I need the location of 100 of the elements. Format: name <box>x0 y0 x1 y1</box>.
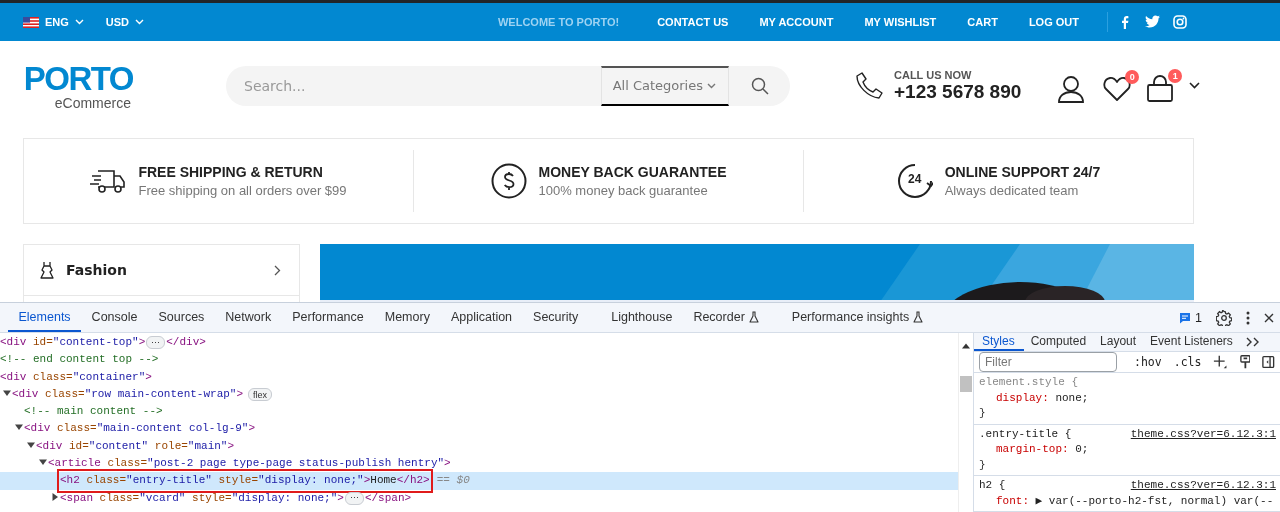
code-text: "content-top" <box>52 335 139 350</box>
filter-field[interactable]: Filter <box>979 352 1117 372</box>
css-property: margin-top: <box>996 443 1069 455</box>
scrollbar-thumb[interactable] <box>960 376 972 392</box>
dom-node-row[interactable]: <h2 class="entry-title" style="display: none;">Home</h2> == $0 <box>0 472 958 490</box>
flag-icon <box>23 16 39 28</box>
code-text: "vcard" <box>139 490 186 506</box>
code-text: "container" <box>72 369 146 385</box>
dom-node-row[interactable]: <article class="post-2 page type-page status-publish hentry"> <box>0 455 958 473</box>
bird-icon[interactable] <box>1145 15 1160 28</box>
toolbar-toggle[interactable]: :hov <box>1134 355 1162 369</box>
code-text: <div <box>0 335 27 350</box>
language-switcher[interactable]: ENG <box>23 16 84 28</box>
devtools-tab[interactable]: Console <box>81 303 148 332</box>
top-nav-link[interactable]: LOG OUT <box>1028 16 1079 28</box>
devtools-tab[interactable]: Memory <box>374 303 441 332</box>
code-text: <h2 <box>60 473 80 489</box>
code-text: > <box>444 456 451 472</box>
css-value: 0; <box>1074 443 1089 455</box>
double-chevron-icon[interactable] <box>1245 337 1260 347</box>
search-field[interactable]: Search... All Categories <box>226 65 790 106</box>
code-text: <div <box>0 369 27 385</box>
code-text: role= <box>153 438 188 454</box>
dom-node-row[interactable]: <div id="content" role="main"> <box>0 437 958 456</box>
code-text: > <box>248 421 256 437</box>
devtools-tab[interactable]: Security <box>522 303 589 332</box>
close-icon[interactable] <box>1264 312 1274 323</box>
code-text: "content" <box>88 438 149 454</box>
chevron-right-icon <box>274 264 281 276</box>
logo-subtitle: eCommerce <box>54 95 131 111</box>
scroll-up-arrow-icon[interactable] <box>962 343 970 349</box>
instagram-icon[interactable] <box>1173 15 1187 29</box>
code-text: class= <box>98 490 140 506</box>
styles-pane-tab[interactable]: Computed <box>1023 333 1094 351</box>
code-text: <div <box>36 438 63 454</box>
devtools-tab[interactable]: Network <box>214 303 282 332</box>
toolbar-toggle[interactable]: .cls <box>1173 355 1202 369</box>
code-text: </span> <box>364 490 412 506</box>
dom-badge[interactable]: ⋯ <box>146 336 166 350</box>
styles-pane-tab[interactable]: Event Listeners <box>1143 333 1240 351</box>
code-text: style= <box>217 473 259 489</box>
devtools-tab[interactable]: Performance insights <box>781 303 934 332</box>
chevron-down-icon <box>74 19 84 25</box>
code-text: > <box>337 490 344 506</box>
issues-button[interactable]: 1 <box>1179 308 1202 327</box>
code-text: class= <box>106 456 148 472</box>
flask-icon <box>748 310 759 323</box>
paint-brush-icon[interactable] <box>1239 354 1251 370</box>
dom-node-row[interactable]: <div class="container"> <box>0 368 958 386</box>
dom-badge[interactable]: flex <box>248 388 273 402</box>
dom-node-row[interactable]: <div class="main-content col-lg-9"> <box>0 420 958 438</box>
source-link[interactable]: theme.css?ver=6.12.3:1 <box>1130 478 1276 494</box>
css-property: font: <box>996 494 1029 507</box>
category-dropdown[interactable]: All Categories <box>600 65 729 106</box>
code-text: "display: none;" <box>258 473 364 489</box>
top-nav-link[interactable]: MY WISHLIST <box>864 16 937 28</box>
code-text: > <box>138 335 146 350</box>
code-text: "main" <box>187 438 228 454</box>
sidebar-toggle-icon[interactable] <box>1262 355 1275 369</box>
welcome-text: WELCOME TO PORTO! <box>497 16 620 28</box>
styles-pane-tab[interactable]: Layout <box>1093 333 1144 351</box>
plus-icon[interactable] <box>1213 354 1228 370</box>
code-text: id= <box>32 335 53 350</box>
code-text: > <box>145 369 152 385</box>
dom-node-row[interactable]: <div id="content-top"> ⋯ </div> <box>0 334 958 352</box>
feature-subtitle: Free shipping on all orders over $99 <box>138 183 347 198</box>
feature-title: ONLINE SUPPORT 24/7 <box>944 164 1101 180</box>
dom-node-row[interactable]: <span class="vcard" style="display: none;"> ⋯ </span> <box>0 489 958 507</box>
top-nav-link[interactable]: CART <box>967 16 998 28</box>
count-badge: 0 <box>1125 69 1140 84</box>
code-text: <!-- main content --> <box>24 404 163 420</box>
dom-node-row[interactable]: <div class="row main-content-wrap"> flex <box>0 385 958 404</box>
devtools-tab[interactable]: Sources <box>148 303 215 332</box>
dollar-icon <box>490 163 527 199</box>
dress-icon <box>40 261 54 279</box>
code-text: "row main-content-wrap" <box>84 386 237 402</box>
devtools-tab[interactable]: Performance <box>281 303 375 332</box>
count-badge: 1 <box>1168 68 1183 83</box>
feature-subtitle: Always dedicated team <box>944 183 1080 198</box>
devtools-tab[interactable]: Application <box>440 303 523 332</box>
devtools-tab[interactable]: Recorder <box>682 303 770 332</box>
phone-icon <box>854 70 884 101</box>
feature-title: MONEY BACK GUARANTEE <box>538 164 727 180</box>
code-text: > <box>363 473 371 489</box>
chevron-down-icon[interactable] <box>1189 82 1201 89</box>
dom-node-row[interactable]: <!-- end content top --> <box>0 351 958 369</box>
top-nav-link[interactable]: MY ACCOUNT <box>759 16 834 28</box>
css-selector: element.style { <box>979 375 1079 390</box>
currency-switcher[interactable]: USD <box>105 16 145 28</box>
devtools-tab[interactable]: Lighthouse <box>600 303 683 332</box>
source-link[interactable]: theme.css?ver=6.12.3:1 <box>1130 426 1276 442</box>
user-icon[interactable] <box>1057 74 1086 103</box>
top-nav-link[interactable]: CONTACT US <box>657 16 729 28</box>
code-text: Home <box>370 473 397 489</box>
code-text: style= <box>191 490 232 506</box>
settings-icon[interactable] <box>1216 309 1232 326</box>
devtools-tab[interactable]: Elements <box>8 303 82 332</box>
dom-node-row[interactable]: <!-- main content --> <box>0 403 958 421</box>
more-options-icon[interactable] <box>1246 310 1250 325</box>
code-text: "main-content col-lg-9" <box>96 421 249 437</box>
